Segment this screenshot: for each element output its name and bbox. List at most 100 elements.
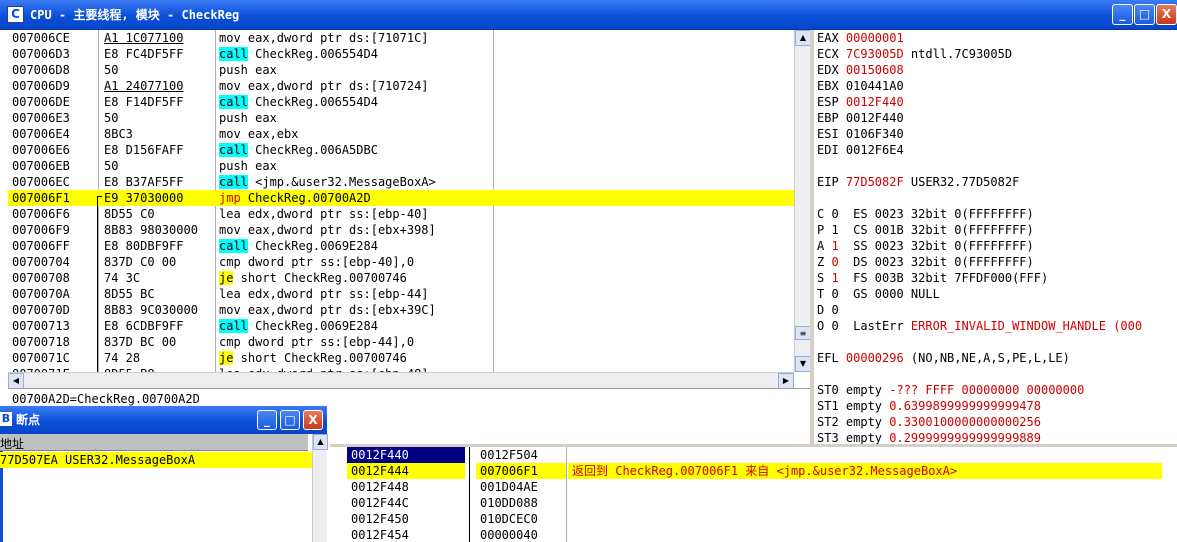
bp-column-header[interactable]: 地址: [0, 434, 308, 451]
register-line[interactable]: ECX 7C93005D ntdll.7C93005D: [817, 46, 1012, 62]
register-text: P 1 CS 001B 32bit 0(FFFFFFFF): [817, 223, 1034, 237]
disassembly-row[interactable]: 007006EC E8 B37AF5FF call <jmp.&user32.Mes…: [8, 174, 794, 190]
disassembly-row[interactable]: 00700704 837D C0 00 cmp dword ptr ss:[ebp-…: [8, 254, 794, 270]
disassembly-row[interactable]: 007006F1 E9 37030000 jmp CheckReg.00700A2D: [8, 190, 794, 206]
register-line[interactable]: EDI 0012F6E4: [817, 142, 904, 158]
cpu-window-titlebar[interactable]: C CPU - 主要线程, 模块 - CheckReg _ □ X: [0, 0, 1177, 30]
register-line[interactable]: EAX 00000001: [817, 30, 904, 46]
disassembly-row[interactable]: 007006D8 50 push eax: [8, 62, 794, 78]
disassembly-row[interactable]: 0070070D 8B83 9C030000 mov eax,dword ptr d…: [8, 302, 794, 318]
instruction-address: 007006EB: [12, 159, 70, 173]
register-line[interactable]: EBX 010441A0: [817, 78, 904, 94]
disassembly-row[interactable]: 00700713 E8 6CDBF9FF call CheckReg.0069E28…: [8, 318, 794, 334]
instruction-address: 00700718: [12, 335, 70, 349]
breakpoints-window[interactable]: B 断点 _ □ X 地址 77D507EA USER32.MessageBox…: [0, 406, 328, 542]
disassembly-pane[interactable]: 007006CE A1 1C077100 mov eax,dword ptr ds:…: [8, 30, 794, 374]
register-line[interactable]: ST2 empty 0.3300100000000000256: [817, 414, 1041, 430]
disassembly-row[interactable]: 007006E4 8BC3 mov eax,ebx: [8, 126, 794, 142]
disassembly-row[interactable]: 007006F9 8B83 98030000 mov eax,dword ptr d…: [8, 222, 794, 238]
instruction-address: 0070070D: [12, 303, 70, 317]
register-value-changed: 77D5082F: [845, 175, 904, 189]
bp-minimize-button[interactable]: _: [257, 410, 277, 430]
scroll-thumb[interactable]: ≡: [795, 326, 811, 340]
disassembly-row[interactable]: 0070071C 74 28 je short CheckReg.00700746: [8, 350, 794, 366]
register-line[interactable]: ST1 empty 0.6399899999999999478: [817, 398, 1041, 414]
instruction-text: cmp dword ptr ss:[ebp-40],0: [219, 254, 414, 270]
register-text: ESI 0106F340: [817, 127, 904, 141]
instruction-text: call CheckReg.0069E284: [219, 318, 378, 334]
register-value-changed: 7C93005D: [845, 47, 904, 61]
register-line[interactable]: EDX 00150608: [817, 62, 904, 78]
register-line[interactable]: O 0 LastErr ERROR_INVALID_WINDOW_HANDLE …: [817, 318, 1142, 334]
operand-text: push eax: [219, 111, 277, 125]
disassembly-row[interactable]: 007006CE A1 1C077100 mov eax,dword ptr ds:…: [8, 30, 794, 46]
register-line[interactable]: EFL 00000296 (NO,NB,NE,A,S,PE,L,LE): [817, 350, 1070, 366]
close-button[interactable]: X: [1156, 4, 1177, 25]
register-line[interactable]: EBP 0012F440: [817, 110, 904, 126]
register-line[interactable]: C 0 ES 0023 32bit 0(FFFFFFFF): [817, 206, 1034, 222]
instruction-bytes: 8D55 BC: [104, 287, 155, 301]
instruction-address: 007006F6: [12, 207, 70, 221]
disassembly-row[interactable]: 007006EB 50 push eax: [8, 158, 794, 174]
instruction-text: jmp CheckReg.00700A2D: [219, 190, 371, 206]
disassembly-row[interactable]: 007006D9 A1 24077100 mov eax,dword ptr ds:…: [8, 78, 794, 94]
disassembly-row[interactable]: 007006FF E8 80DBF9FF call CheckReg.0069E28…: [8, 238, 794, 254]
register-line[interactable]: T 0 GS 0000 NULL: [817, 286, 940, 302]
operand-text: short CheckReg.00700746: [233, 271, 407, 285]
register-line[interactable]: EIP 77D5082F USER32.77D5082F: [817, 174, 1019, 190]
stack-pane[interactable]: 0012F440 0012F504 0012F444 007006F1 返回到 Chec…: [330, 447, 1177, 542]
stack-row[interactable]: 0012F440 0012F504: [330, 447, 1177, 463]
scroll-right-arrow-icon[interactable]: ▶: [778, 373, 794, 389]
register-line[interactable]: ESP 0012F440: [817, 94, 904, 110]
stack-row[interactable]: 0012F444 007006F1 返回到 CheckReg.007006F1 来自…: [330, 463, 1177, 479]
scroll-up-arrow-icon[interactable]: ▲: [795, 30, 811, 46]
operand-text: CheckReg.0069E284: [247, 239, 378, 253]
register-line[interactable]: P 1 CS 001B 32bit 0(FFFFFFFF): [817, 222, 1034, 238]
stack-row[interactable]: 0012F44C 010DD088: [330, 495, 1177, 511]
disassembly-row[interactable]: 0070070A 8D55 BC lea edx,dword ptr ss:[ebp…: [8, 286, 794, 302]
breakpoints-titlebar[interactable]: B 断点 _ □ X: [0, 406, 327, 434]
register-line[interactable]: Z 0 DS 0023 32bit 0(FFFFFFFF): [817, 254, 1034, 270]
disassembly-row[interactable]: 00700708 74 3C je short CheckReg.00700746: [8, 270, 794, 286]
minimize-button[interactable]: _: [1112, 4, 1133, 25]
bp-maximize-button[interactable]: □: [280, 410, 300, 430]
register-text: SS 0023 32bit 0(FFFFFFFF): [838, 239, 1034, 253]
disassembly-row[interactable]: 007006E6 E8 D156FAFF call CheckReg.006A5DB…: [8, 142, 794, 158]
register-line[interactable]: ESI 0106F340: [817, 126, 904, 142]
scroll-down-arrow-icon[interactable]: ▼: [795, 356, 811, 372]
register-line[interactable]: A 1 SS 0023 32bit 0(FFFFFFFF): [817, 238, 1034, 254]
stack-row[interactable]: 0012F450 010DCEC0: [330, 511, 1177, 527]
operand-text: mov eax,ebx: [219, 127, 299, 141]
instruction-text: mov eax,dword ptr ds:[71071C]: [219, 30, 429, 46]
registers-pane[interactable]: EAX 00000001 ECX 7C93005D ntdll.7C93005D E…: [814, 30, 1177, 444]
disassembly-vertical-scrollbar[interactable]: ▲ ≡ ▼: [794, 30, 811, 372]
instruction-bytes: 74 28: [104, 351, 141, 365]
register-text: C 0 ES 0023 32bit 0(FFFFFFFF): [817, 207, 1034, 221]
disassembly-row[interactable]: 007006E3 50 push eax: [8, 110, 794, 126]
instruction-address: 007006EC: [12, 175, 70, 189]
stack-row[interactable]: 0012F448 001D04AE: [330, 479, 1177, 495]
register-line[interactable]: S 1 FS 003B 32bit 7FFDF000(FFF): [817, 270, 1048, 286]
scroll-left-arrow-icon[interactable]: ◀: [8, 373, 24, 389]
register-value-changed: 1: [831, 271, 839, 285]
disassembly-row[interactable]: 007006F6 8D55 C0 lea edx,dword ptr ss:[ebp…: [8, 206, 794, 222]
stack-address: 0012F448: [351, 480, 409, 494]
disassembly-row[interactable]: 007006D3 E8 FC4DF5FF call CheckReg.006554D…: [8, 46, 794, 62]
bp-close-button[interactable]: X: [303, 410, 323, 430]
scroll-up-arrow-icon[interactable]: ▲: [313, 434, 328, 450]
disassembly-row[interactable]: 007006DE E8 F14DF5FF call CheckReg.006554D…: [8, 94, 794, 110]
register-text: ntdll.7C93005D: [903, 47, 1013, 61]
maximize-button[interactable]: □: [1134, 4, 1155, 25]
register-line[interactable]: D 0: [817, 302, 839, 318]
operand-text: mov eax,dword ptr ds:[710724]: [219, 79, 429, 93]
bp-list-item[interactable]: 77D507EA USER32.MessageBoxA: [0, 452, 312, 468]
stack-row[interactable]: 0012F454 00000040: [330, 527, 1177, 542]
register-line[interactable]: ST0 empty -??? FFFF 00000000 00000000: [817, 382, 1084, 398]
bp-vertical-scrollbar[interactable]: ▲: [312, 434, 328, 542]
disassembly-horizontal-scrollbar[interactable]: ◀ ▶: [8, 372, 794, 389]
register-line[interactable]: ST3 empty 0.2999999999999999889: [817, 430, 1041, 444]
instruction-address: 0070071C: [12, 351, 70, 365]
info-pane[interactable]: 00700A2D=CheckReg.00700A2D: [8, 388, 810, 406]
instruction-bytes: 8B83 98030000: [104, 223, 198, 237]
disassembly-row[interactable]: 00700718 837D BC 00 cmp dword ptr ss:[ebp-…: [8, 334, 794, 350]
